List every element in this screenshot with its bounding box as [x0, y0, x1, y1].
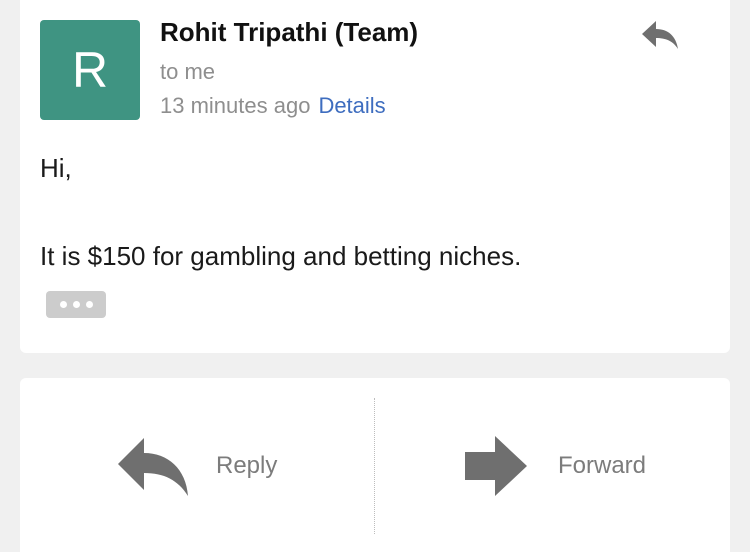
reply-button-header[interactable]	[640, 18, 680, 54]
timestamp-line: 13 minutes ago Details	[160, 93, 386, 119]
recipient-line: to me	[160, 59, 216, 84]
forward-label: Forward	[558, 452, 647, 479]
ellipsis-icon	[59, 301, 67, 308]
message-greeting: Hi,	[40, 153, 72, 183]
show-more-button[interactable]	[46, 291, 106, 318]
message-body: It is $150 for gambling and betting nich…	[40, 241, 522, 271]
actions-card: Reply Forward	[20, 378, 730, 552]
reply-icon	[642, 21, 678, 49]
avatar: R	[40, 20, 140, 120]
timestamp: 13 minutes ago	[160, 93, 311, 118]
forward-icon	[465, 436, 527, 496]
reply-button[interactable]: Reply	[20, 378, 374, 552]
ellipsis-icon	[85, 301, 93, 308]
message-card: R Rohit Tripathi (Team) to me 13 minutes…	[20, 0, 730, 353]
sender-name: Rohit Tripathi (Team)	[160, 17, 419, 47]
forward-button[interactable]: Forward	[375, 378, 730, 552]
reply-label: Reply	[216, 452, 278, 479]
ellipsis-icon	[72, 301, 80, 308]
reply-icon	[118, 438, 188, 496]
details-link[interactable]: Details	[318, 93, 385, 118]
